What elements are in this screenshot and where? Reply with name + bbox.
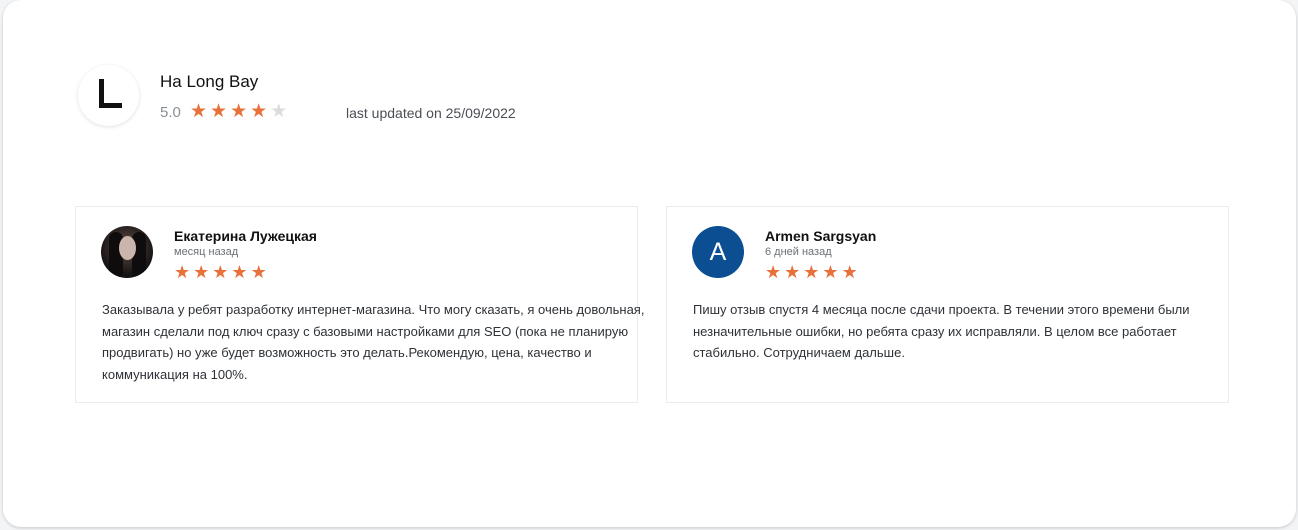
review-text: Заказывала у ребят разработку интернет-м… xyxy=(102,302,645,382)
star-empty-icon: ★ xyxy=(270,101,288,122)
reviewer-name: Екатерина Лужецкая xyxy=(174,228,317,244)
reviews-widget: Ha Long Bay 5.0 ★ ★ ★ ★ ★ last updated o… xyxy=(3,0,1296,527)
review-date: месяц назад xyxy=(174,246,239,258)
star-icon: ★ xyxy=(174,262,191,282)
star-icon: ★ xyxy=(231,262,248,282)
star-icon: ★ xyxy=(230,101,248,122)
star-icon: ★ xyxy=(193,262,210,282)
star-icon: ★ xyxy=(210,101,228,122)
avatar: A xyxy=(692,226,744,278)
rating-value: 5.0 xyxy=(160,104,181,121)
review-stars: ★ ★ ★ ★ ★ xyxy=(174,262,267,282)
star-icon: ★ xyxy=(250,262,267,282)
review-date: 6 дней назад xyxy=(765,246,832,258)
review-text: Пишу отзыв спустя 4 месяца после сдачи п… xyxy=(693,302,1190,360)
star-icon: ★ xyxy=(212,262,229,282)
star-icon: ★ xyxy=(190,101,208,122)
company-logo xyxy=(78,65,139,126)
star-icon: ★ xyxy=(784,262,801,282)
review-card: Екатерина Лужецкая месяц назад ★ ★ ★ ★ ★… xyxy=(75,206,644,403)
reviewer-name: Armen Sargsyan xyxy=(765,228,877,244)
company-stars: ★ ★ ★ ★ ★ xyxy=(190,101,287,123)
avatar xyxy=(101,226,153,278)
review-card: A Armen Sargsyan 6 дней назад ★ ★ ★ ★ ★ … xyxy=(666,206,1229,403)
last-updated: last updated on 25/09/2022 xyxy=(346,105,516,121)
star-icon: ★ xyxy=(822,262,839,282)
star-icon: ★ xyxy=(803,262,820,282)
star-icon: ★ xyxy=(841,262,858,282)
company-name: Ha Long Bay xyxy=(160,72,259,91)
star-icon: ★ xyxy=(250,101,268,122)
star-icon: ★ xyxy=(765,262,782,282)
review-stars: ★ ★ ★ ★ ★ xyxy=(765,262,858,282)
